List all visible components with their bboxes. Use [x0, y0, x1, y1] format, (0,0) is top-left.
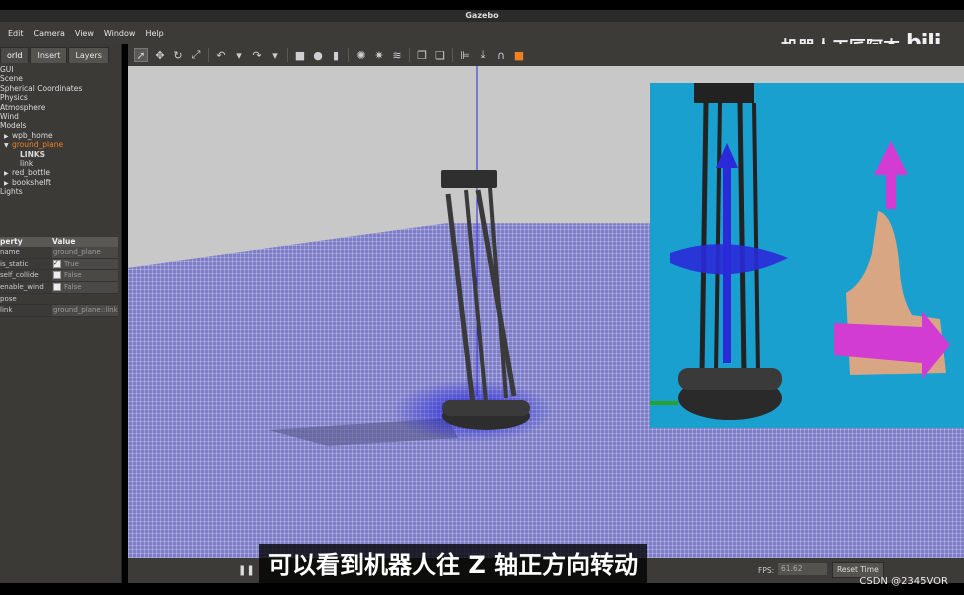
- tree-item-scene[interactable]: Scene: [0, 74, 121, 83]
- robot-pole: [488, 187, 508, 399]
- overlay-robot-pole: [752, 102, 760, 374]
- directionallight-icon[interactable]: ≋: [391, 49, 403, 62]
- tree-item-red-bottle[interactable]: ▶ red_bottle: [0, 168, 121, 177]
- left-panel: orld Insert Layers GUI Scene Spherical C…: [0, 44, 122, 583]
- cylinder-icon[interactable]: ▮: [330, 49, 342, 62]
- property-table: perty Value name ground_plane is_static …: [0, 237, 118, 318]
- tab-insert[interactable]: Insert: [30, 47, 68, 63]
- overlay-robot-base-top: [678, 368, 782, 390]
- spotlight-icon[interactable]: ✷: [373, 49, 385, 62]
- undo-dropdown-icon[interactable]: ▾: [233, 49, 245, 62]
- property-row-link[interactable]: link ground_plane::link: [0, 305, 118, 318]
- property-row-name[interactable]: name ground_plane: [0, 247, 118, 259]
- tab-world[interactable]: orld: [0, 47, 30, 63]
- csdn-watermark: CSDN @2345VOR: [859, 576, 948, 587]
- overlay-robot-head: [694, 83, 754, 103]
- translate-icon[interactable]: ✥: [154, 49, 166, 62]
- window-title: Gazebo: [465, 11, 499, 20]
- tree-item-lights[interactable]: Lights: [0, 187, 121, 196]
- fps-label: FPS:: [758, 566, 775, 575]
- paste-icon[interactable]: ❏: [434, 49, 446, 62]
- magnet-icon[interactable]: ∩: [495, 49, 507, 62]
- robot-base-top: [442, 400, 530, 416]
- property-header: perty Value: [0, 237, 118, 247]
- menu-window[interactable]: Window: [104, 29, 136, 38]
- toolbar-separator: [452, 48, 453, 62]
- rotate-icon[interactable]: ↻: [172, 49, 184, 62]
- redo-icon[interactable]: ↷: [251, 49, 263, 62]
- tree-item-links[interactable]: LINKS: [0, 150, 121, 159]
- scale-icon[interactable]: ⤢: [190, 48, 202, 61]
- overlay-robot-pole: [737, 102, 747, 374]
- copy-icon[interactable]: ❐: [416, 49, 428, 62]
- align-icon[interactable]: ⊫: [459, 49, 471, 62]
- overlay-illustration: [650, 83, 950, 420]
- undo-icon[interactable]: ↶: [215, 49, 227, 62]
- tree-item-gui[interactable]: GUI: [0, 65, 121, 74]
- world-tree: GUI Scene Spherical Coordinates Physics …: [0, 65, 121, 196]
- enable-wind-checkbox[interactable]: [53, 283, 61, 292]
- menu-edit[interactable]: Edit: [8, 29, 24, 38]
- panel-tabs: orld Insert Layers: [0, 47, 121, 63]
- toolbar-separator: [348, 48, 349, 62]
- self-collide-checkbox[interactable]: [53, 271, 61, 280]
- toolbar-separator: [208, 48, 209, 62]
- toolbar-separator: [287, 48, 288, 62]
- property-row-pose[interactable]: pose: [0, 294, 118, 306]
- property-row-enable-wind[interactable]: enable_wind False: [0, 282, 118, 294]
- box-icon[interactable]: ■: [294, 49, 306, 62]
- tree-item-wpb-home[interactable]: ▶ wpb_home: [0, 131, 121, 140]
- tutorial-overlay-video: [650, 83, 964, 428]
- magenta-arrow-head-icon: [874, 141, 908, 175]
- menu-help[interactable]: Help: [145, 29, 163, 38]
- screenshot-icon[interactable]: ■: [513, 49, 525, 62]
- video-subtitle: 可以看到机器人往 Z 轴正方向转动: [259, 544, 648, 586]
- tree-item-atmosphere[interactable]: Atmosphere: [0, 103, 121, 112]
- tree-item-link[interactable]: link: [0, 159, 121, 168]
- is-static-checkbox[interactable]: [53, 259, 61, 268]
- menu-view[interactable]: View: [75, 29, 94, 38]
- pause-icon[interactable]: ❚❚: [238, 565, 255, 576]
- tree-item-models[interactable]: Models: [0, 121, 121, 130]
- window-title-bar: Gazebo: [0, 10, 964, 22]
- toolbar: ➚ ✥ ↻ ⤢ ↶ ▾ ↷ ▾ ■ ● ▮ ✺ ✷ ≋ ❐ ❏ ⊫ ⤓ ∩ ■: [128, 44, 964, 66]
- collapse-down-icon[interactable]: ▼: [4, 141, 12, 150]
- blue-rotation-arrow-icon: [670, 244, 788, 275]
- tree-item-spherical-coordinates[interactable]: Spherical Coordinates: [0, 84, 121, 93]
- redo-dropdown-icon[interactable]: ▾: [269, 49, 281, 62]
- sphere-icon[interactable]: ●: [312, 49, 324, 62]
- tab-layers[interactable]: Layers: [68, 47, 109, 63]
- property-row-self-collide[interactable]: self_collide False: [0, 270, 118, 283]
- toolbar-separator: [409, 48, 410, 62]
- property-row-is-static[interactable]: is_static True: [0, 258, 118, 271]
- green-axis-line: [650, 401, 678, 405]
- overlay-robot-pole: [714, 102, 722, 374]
- overlay-robot-pole: [699, 102, 709, 374]
- select-arrow-icon[interactable]: ➚: [134, 48, 148, 62]
- menu-camera[interactable]: Camera: [34, 29, 65, 38]
- pointlight-icon[interactable]: ✺: [355, 49, 367, 62]
- fps-value: 61.62: [778, 563, 827, 575]
- tree-item-bookshelft[interactable]: ▶ bookshelft: [0, 178, 121, 187]
- robot-head: [441, 170, 497, 188]
- tree-item-physics[interactable]: Physics: [0, 93, 121, 102]
- tree-item-ground-plane[interactable]: ▼ ground_plane: [0, 140, 121, 149]
- tree-item-wind[interactable]: Wind: [0, 112, 121, 121]
- snap-icon[interactable]: ⤓: [477, 48, 489, 61]
